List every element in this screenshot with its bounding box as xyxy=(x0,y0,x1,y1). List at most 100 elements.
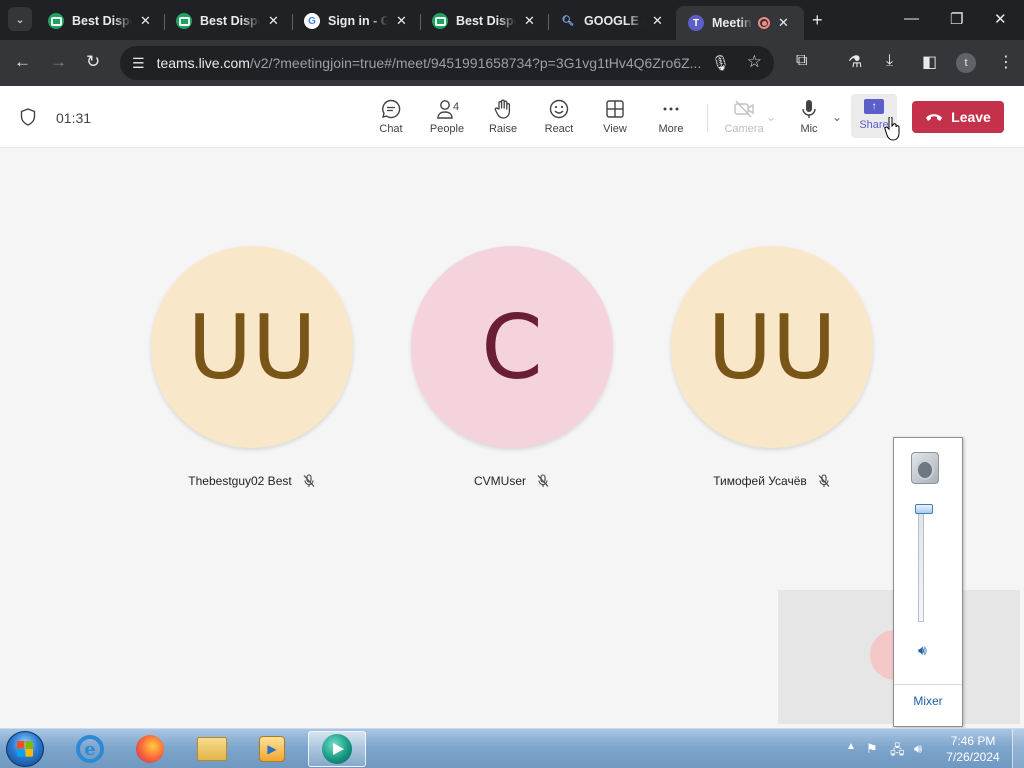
more-dots-icon xyxy=(663,107,679,111)
browser-tab[interactable]: Best Dispo ✕ xyxy=(36,6,165,36)
green-chat-icon xyxy=(176,13,192,29)
camera-options-chevron-icon[interactable]: ⌄ xyxy=(766,110,776,124)
chat-icon xyxy=(381,99,401,119)
taskbar-app-active[interactable] xyxy=(308,731,366,767)
microphone-icon[interactable]: 🎙︎ xyxy=(711,54,730,72)
browser-tab[interactable]: Best Dispo ✕ xyxy=(420,6,549,36)
avatar: UU xyxy=(671,246,873,448)
taskbar-app[interactable]: e xyxy=(64,731,116,767)
windows-taskbar: e ▶ ▲ ⚑ 🖧 🔊︎ 7:46 PM 7/26/2024 xyxy=(0,728,1024,768)
raise-hand-button[interactable]: Raise xyxy=(475,98,531,135)
taskbar-app[interactable]: ▶ xyxy=(246,731,298,767)
action-center-flag-icon[interactable]: ⚑ xyxy=(866,741,878,757)
forward-icon[interactable]: → xyxy=(50,52,67,72)
react-button[interactable]: React xyxy=(531,98,587,135)
hang-up-icon xyxy=(926,114,943,121)
mic-muted-icon xyxy=(303,474,315,487)
browser-tab[interactable]: Best Dispo ✕ xyxy=(164,6,293,36)
toolbar-divider xyxy=(707,104,708,132)
participant-tile[interactable]: UU Тимофей Усачёв xyxy=(662,246,882,488)
volume-slider-thumb[interactable] xyxy=(915,504,933,514)
labs-flask-icon[interactable]: ⚗ xyxy=(848,52,862,72)
volume-tray-icon[interactable]: 🔊︎ xyxy=(914,741,922,757)
address-bar[interactable]: ☰ teams.live.com/v2/?meetingjoin=true#/m… xyxy=(120,46,774,80)
browser-tab[interactable]: G Sign in - G ✕ xyxy=(292,6,421,36)
people-button[interactable]: 4 People xyxy=(419,98,475,135)
participant-name: CVMUser xyxy=(473,474,526,488)
minimize-icon[interactable]: — xyxy=(904,10,919,27)
emoji-smile-icon xyxy=(549,99,569,119)
tab-title: GOOGLE A xyxy=(584,14,644,28)
raise-label: Raise xyxy=(488,123,518,135)
site-settings-icon[interactable]: ☰ xyxy=(132,55,145,72)
mic-muted-icon xyxy=(818,474,830,487)
reload-icon[interactable]: ↻ xyxy=(86,52,100,72)
mic-options-chevron-icon[interactable]: ⌄ xyxy=(832,110,842,124)
mixer-link[interactable]: Mixer xyxy=(894,694,962,708)
camera-button[interactable]: Camera xyxy=(716,98,772,135)
mic-label: Mic xyxy=(800,123,818,135)
shield-icon[interactable] xyxy=(20,108,36,126)
search-icon: 🔍︎ xyxy=(561,15,575,27)
participant-tile[interactable]: UU Thebestguy02 Best xyxy=(142,246,362,488)
avatar: C xyxy=(411,246,613,448)
teams-icon: T xyxy=(688,15,704,31)
system-clock[interactable]: 7:46 PM 7/26/2024 xyxy=(938,733,1008,765)
start-button[interactable] xyxy=(6,731,44,767)
close-icon[interactable]: ✕ xyxy=(140,13,151,29)
firefox-icon xyxy=(136,735,164,763)
chat-button[interactable]: Chat xyxy=(363,98,419,135)
leave-button[interactable]: Leave xyxy=(912,101,1004,133)
meeting-timer: 01:31 xyxy=(56,110,92,126)
mic-button[interactable]: Mic xyxy=(781,98,837,135)
show-hidden-icons-icon[interactable]: ▲ xyxy=(846,741,856,752)
tab-search-button[interactable]: ⌄ xyxy=(8,7,32,31)
browser-tab[interactable]: 🔍︎ GOOGLE A ✕ xyxy=(548,6,676,36)
back-icon[interactable]: ← xyxy=(14,52,31,72)
teal-play-app-icon xyxy=(322,734,352,764)
participant-name: Thebestguy02 Best xyxy=(188,474,292,488)
more-button[interactable]: More xyxy=(643,98,699,135)
file-explorer-icon xyxy=(197,737,227,761)
close-icon[interactable]: ✕ xyxy=(652,13,663,29)
view-button[interactable]: View xyxy=(587,98,643,135)
new-tab-button[interactable]: + xyxy=(812,10,823,31)
green-chat-icon xyxy=(432,13,448,29)
camera-label: Camera xyxy=(724,123,764,135)
avatar: UU xyxy=(151,246,353,448)
network-icon[interactable]: 🖧 xyxy=(890,741,905,763)
close-icon[interactable]: ✕ xyxy=(778,15,789,31)
volume-slider-track[interactable] xyxy=(918,506,924,622)
close-icon[interactable]: ✕ xyxy=(524,13,535,29)
taskbar-app[interactable] xyxy=(186,731,238,767)
extensions-icon[interactable]: ⧉ xyxy=(796,52,807,70)
participant-tile[interactable]: C CVMUser xyxy=(402,246,622,488)
show-desktop-button[interactable] xyxy=(1012,729,1024,768)
browser-tab-active[interactable]: T Meetin ✕ xyxy=(676,6,804,40)
profile-avatar[interactable]: t xyxy=(956,53,976,73)
speaker-device-icon[interactable] xyxy=(911,452,939,484)
close-window-icon[interactable]: ✕ xyxy=(994,10,1007,28)
view-label: View xyxy=(603,123,627,135)
green-chat-icon xyxy=(48,13,64,29)
google-icon: G xyxy=(304,13,320,29)
url-text: teams.live.com/v2/?meetingjoin=true#/mee… xyxy=(156,55,702,71)
camera-off-icon xyxy=(734,100,754,118)
download-icon[interactable]: ⤓ xyxy=(886,52,893,70)
side-panel-icon[interactable]: ◧ xyxy=(922,52,937,72)
microphone-icon xyxy=(802,100,816,118)
tab-title: Best Dispo xyxy=(72,14,132,28)
clock-date: 7/26/2024 xyxy=(946,750,1000,764)
bookmark-star-icon[interactable]: ☆ xyxy=(747,52,762,72)
restore-icon[interactable]: ❐ xyxy=(950,10,963,28)
share-upload-icon: ↑ xyxy=(864,99,884,114)
tab-title: Sign in - G xyxy=(328,14,388,28)
internet-explorer-icon: e xyxy=(76,735,104,763)
speaker-mute-icon[interactable]: 🔊︎ xyxy=(918,642,927,659)
taskbar-app[interactable] xyxy=(124,731,176,767)
close-icon[interactable]: ✕ xyxy=(396,13,407,29)
menu-kebab-icon[interactable]: ⋮ xyxy=(998,52,1014,72)
close-icon[interactable]: ✕ xyxy=(268,13,279,29)
browser-tab-strip: ⌄ Best Dispo ✕ Best Dispo ✕ G Sign in - … xyxy=(0,0,1024,40)
more-label: More xyxy=(658,123,684,135)
